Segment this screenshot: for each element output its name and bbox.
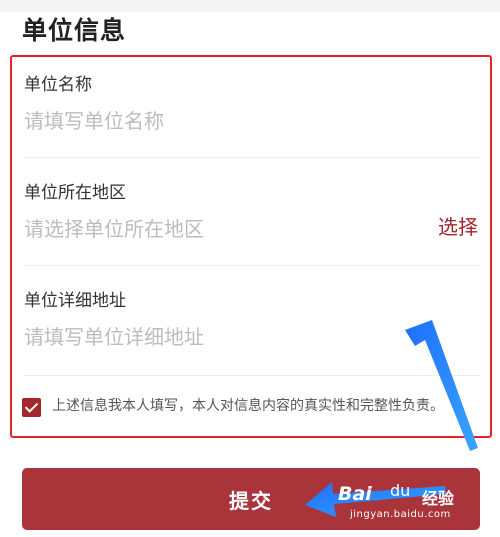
top-strip (0, 0, 500, 12)
watermark-cn: 经验 (422, 489, 455, 508)
section-title: 单位信息 (22, 16, 127, 45)
divider (24, 265, 480, 266)
unit-name-input[interactable] (24, 107, 404, 135)
paw-icon: du (390, 481, 411, 500)
unit-region-label: 单位所在地区 (24, 183, 126, 203)
divider (24, 375, 480, 376)
unit-address-label: 单位详细地址 (24, 291, 126, 311)
agreement-checkbox[interactable] (22, 398, 41, 417)
watermark-url: jingyan.baidu.com (350, 509, 451, 520)
unit-name-label: 单位名称 (24, 75, 92, 95)
unit-address-input[interactable] (24, 323, 404, 351)
agreement-text: 上述信息我本人填写，本人对信息内容的真实性和完整性负责。 (52, 398, 444, 414)
unit-region-input[interactable] (24, 215, 404, 243)
unit-address-field: 单位详细地址 (24, 289, 480, 351)
baidu-jingyan-watermark: Bai du 经验 jingyan.baidu.com (338, 481, 488, 528)
unit-region-field: 单位所在地区 (24, 181, 480, 243)
unit-name-field: 单位名称 (24, 73, 480, 135)
divider (24, 157, 480, 158)
unit-info-form: 单位名称 单位所在地区 选择 单位详细地址 上述信息我本人填写，本人对信息内容的… (10, 55, 492, 438)
select-region-button[interactable]: 选择 (438, 213, 478, 241)
watermark-logo: Bai (338, 483, 372, 505)
